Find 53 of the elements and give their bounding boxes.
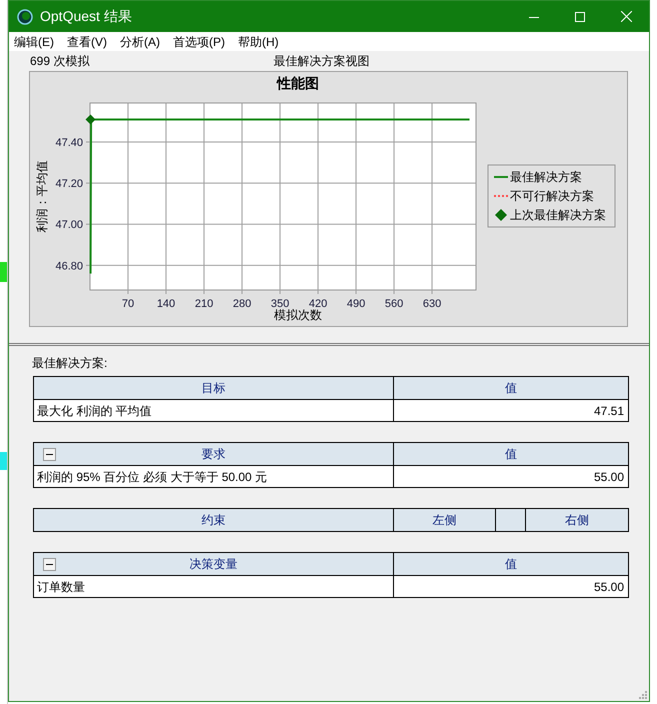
- legend-label: 上次最佳解决方案: [510, 208, 606, 222]
- table-cell-text: 47.51: [592, 402, 625, 420]
- marker-point: [86, 114, 96, 124]
- x-axis-label: 模拟次数: [274, 308, 322, 322]
- y-tick-label: 47.20: [55, 178, 83, 190]
- collapse-icon[interactable]: [43, 448, 56, 461]
- y-tick-label: 47.40: [55, 137, 83, 150]
- x-tick-label: 420: [308, 298, 328, 310]
- app-logo-icon: [17, 8, 33, 24]
- menu-item[interactable]: 分析(A): [120, 32, 160, 50]
- maximize-icon: [575, 12, 585, 22]
- simulation-count: 699 次模拟: [30, 53, 90, 70]
- legend-label: 最佳解决方案: [510, 170, 582, 184]
- column-header-label: 要求: [202, 446, 226, 463]
- view-title: 最佳解决方案视图: [273, 53, 370, 70]
- close-icon: [620, 11, 632, 22]
- table-cell-text: 55.00: [592, 468, 625, 486]
- resize-grip-icon[interactable]: [638, 690, 647, 699]
- chart-title: 性能图: [277, 75, 319, 91]
- column-header: 左侧: [394, 509, 496, 531]
- window-title: OptQuest 结果: [40, 7, 132, 26]
- column-header-label: 目标: [202, 380, 226, 397]
- table-cell: 最大化 利润的 平均值: [34, 400, 394, 421]
- column-header: 约束: [34, 509, 394, 531]
- x-tick-label: 210: [194, 298, 214, 310]
- x-tick-label: 280: [232, 298, 252, 310]
- y-axis-label: 利润：平均值: [35, 160, 49, 232]
- legend-label: 不可行解决方案: [510, 189, 594, 203]
- column-header: 值: [394, 377, 628, 399]
- column-header: 值: [394, 443, 628, 465]
- column-header: 值: [394, 553, 628, 575]
- collapse-icon[interactable]: [43, 558, 56, 571]
- x-tick-label: 630: [422, 298, 442, 310]
- x-tick-label: 490: [346, 298, 366, 310]
- table-cell: 利润的 95% 百分位 必须 大于等于 50.00 元: [34, 466, 394, 487]
- menu-item[interactable]: 首选项(P): [173, 32, 225, 50]
- x-tick-label: 350: [270, 298, 290, 310]
- y-tick-label: 46.80: [55, 260, 83, 272]
- table-cell-text: 55.00: [592, 578, 625, 596]
- column-header-label: 决策变量: [190, 556, 238, 573]
- x-tick-label: 70: [122, 298, 134, 310]
- y-tick-label: 47.00: [55, 219, 83, 232]
- x-tick-label: 140: [156, 298, 176, 310]
- section-label: 最佳解决方案:: [32, 355, 108, 372]
- menu-item[interactable]: 查看(V): [67, 32, 107, 50]
- x-tick-label: 560: [384, 298, 404, 310]
- menu-item[interactable]: 帮助(H): [238, 32, 279, 50]
- column-header: 右侧: [526, 509, 628, 531]
- table-cell: 订单数量: [34, 576, 394, 597]
- legend-line-icon: [494, 195, 508, 197]
- legend-marker-icon: [495, 209, 507, 221]
- legend-line-icon: [494, 176, 508, 178]
- menu-item[interactable]: 编辑(E): [14, 32, 54, 50]
